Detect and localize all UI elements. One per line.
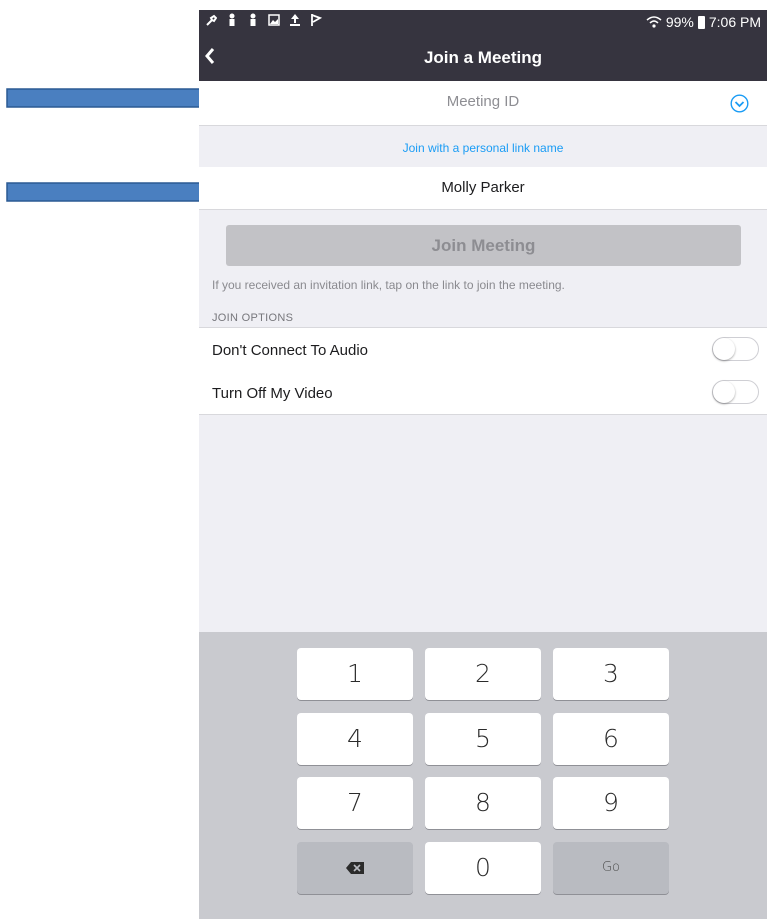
key-6[interactable]: 6 xyxy=(553,713,669,765)
toggle-knob xyxy=(713,381,735,403)
figure-icon xyxy=(250,13,256,26)
key-9[interactable]: 9 xyxy=(553,777,669,829)
backspace-key[interactable] xyxy=(297,842,413,894)
audio-toggle[interactable] xyxy=(712,337,759,361)
key-5[interactable]: 5 xyxy=(425,713,541,765)
figure-icon xyxy=(229,13,235,26)
name-field[interactable]: Molly Parker xyxy=(199,167,767,210)
key-3[interactable]: 3 xyxy=(553,648,669,700)
nav-bar: Join a Meeting xyxy=(199,35,767,81)
upload-icon xyxy=(290,14,300,26)
clock: 7:06 PM xyxy=(708,14,761,30)
toggle-knob xyxy=(713,338,735,360)
chevron-down-circle-icon[interactable] xyxy=(730,94,749,113)
join-options-header: JOIN OPTIONS xyxy=(212,312,294,324)
option-label: Don't Connect To Audio xyxy=(212,342,369,359)
status-bar: 99% 7:06 PM xyxy=(199,10,767,35)
battery-icon xyxy=(697,15,705,29)
wrench-icon xyxy=(206,14,217,26)
personal-link-option[interactable]: Join with a personal link name xyxy=(199,126,767,166)
key-4[interactable]: 4 xyxy=(297,713,413,765)
meeting-id-placeholder: Meeting ID xyxy=(446,93,520,110)
key-1[interactable]: 1 xyxy=(297,648,413,700)
wifi-icon xyxy=(646,16,662,28)
name-value: Molly Parker xyxy=(441,179,525,196)
personal-link-label[interactable]: Join with a personal link name xyxy=(403,141,564,155)
phone-screen: 99% 7:06 PM Join a Meeting Meeting ID Jo… xyxy=(199,10,767,919)
page-title: Join a Meeting xyxy=(423,48,543,67)
key-8[interactable]: 8 xyxy=(425,777,541,829)
option-label: Turn Off My Video xyxy=(212,385,333,402)
key-2[interactable]: 2 xyxy=(425,648,541,700)
meeting-id-field[interactable]: Meeting ID xyxy=(199,81,767,126)
option-turn-off-video: Turn Off My Video xyxy=(199,371,767,415)
key-7[interactable]: 7 xyxy=(297,777,413,829)
invitation-hint: If you received an invitation link, tap … xyxy=(212,278,565,292)
image-icon xyxy=(268,14,280,26)
flag-icon xyxy=(311,14,322,26)
join-meeting-button[interactable]: Join Meeting xyxy=(226,225,741,266)
battery-percent: 99% xyxy=(665,14,694,30)
backspace-icon xyxy=(346,862,364,874)
video-toggle[interactable] xyxy=(712,380,759,404)
option-dont-connect-audio: Don't Connect To Audio xyxy=(199,327,767,372)
key-0[interactable]: 0 xyxy=(425,842,541,894)
numeric-keyboard: 1 2 3 4 5 6 7 8 9 0 Go xyxy=(199,632,767,919)
go-key[interactable]: Go xyxy=(553,842,669,894)
